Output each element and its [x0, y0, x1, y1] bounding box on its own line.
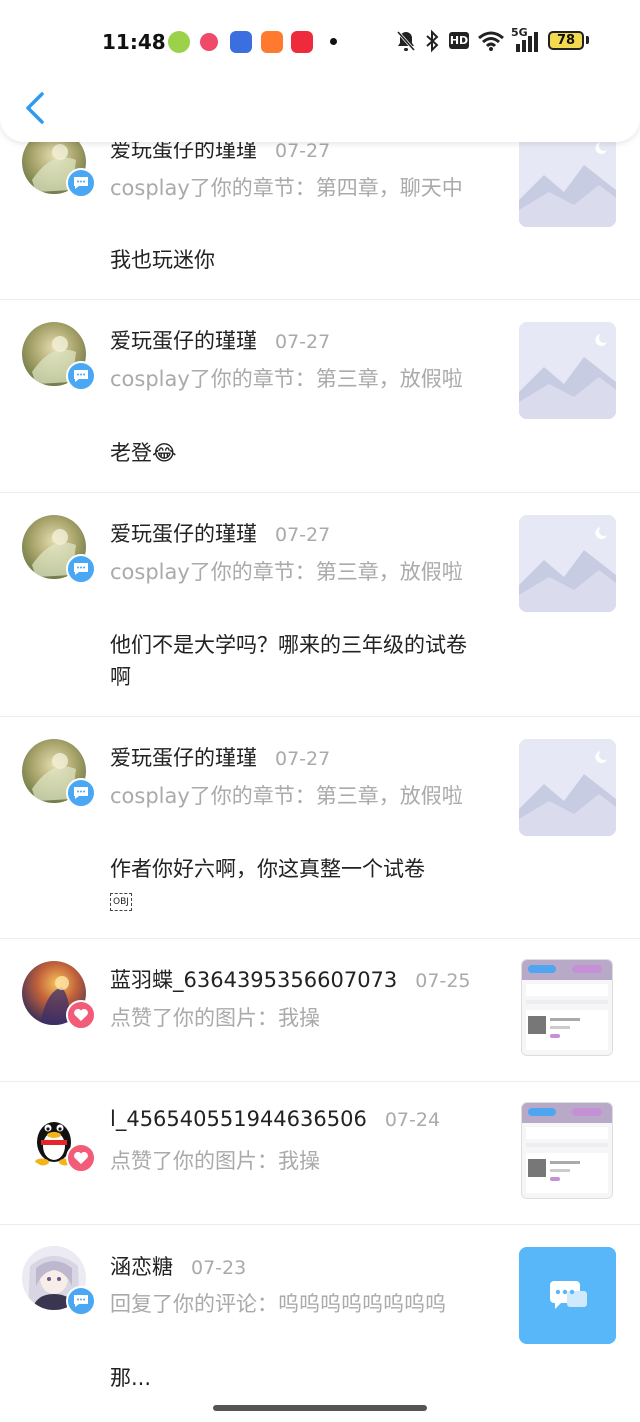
date: 07-24 [384, 1109, 441, 1131]
heart-badge-icon [66, 1143, 96, 1173]
action-text: cosplay了你的章节：第四章，聊天中 [110, 176, 463, 200]
action-text: cosplay了你的章节：第三章，放假啦 [110, 367, 463, 391]
home-indicator[interactable] [213, 1405, 427, 1411]
screenshot-thumbnail-icon[interactable] [521, 1102, 613, 1199]
date: 07-27 [275, 140, 331, 162]
action-text: 点赞了你的图片：我操 [110, 1149, 320, 1173]
notification-item[interactable]: 爱玩蛋仔的瑾瑾 07-27 cosplay了你的章节：第三章，放假啦 作者你好六啊… [0, 716, 640, 939]
status-time: 11:48 [102, 30, 166, 54]
user-name[interactable]: 蓝羽蝶_6364395356607073 07-25 [110, 964, 471, 994]
notification-item[interactable]: 爱玩蛋仔的瑾瑾 07-27 cosplay了你的章节：第三章，放假啦 老登😂 [0, 299, 640, 493]
mountain-thumbnail-icon[interactable] [519, 322, 616, 419]
comment-badge-icon [66, 778, 96, 808]
hd-icon: HD [449, 32, 469, 49]
obj-placeholder-icon: OBJ [110, 893, 132, 911]
comment-content[interactable]: 那... [110, 1362, 490, 1394]
action-text: 点赞了你的图片：我操 [110, 1006, 320, 1030]
comment-badge-icon [66, 168, 96, 198]
top-bar: 11:48 HD 5G 78 [0, 0, 640, 142]
date: 07-27 [275, 524, 331, 546]
user-name[interactable]: 爱玩蛋仔的瑾瑾 07-27 [110, 518, 330, 548]
battery-tip [586, 36, 589, 44]
user-name[interactable]: l_456540551944636506 07-24 [110, 1107, 440, 1131]
mountain-thumbnail-icon[interactable] [519, 130, 616, 227]
date: 07-25 [415, 970, 471, 992]
comment-content[interactable]: 作者你好六啊，你这真整一个试卷 OBJ [110, 853, 490, 917]
notification-item[interactable]: 蓝羽蝶_6364395356607073 07-25 点赞了你的图片：我操 [0, 938, 640, 1082]
more-notifications-dot-icon [330, 38, 337, 45]
mountain-thumbnail-icon[interactable] [519, 515, 616, 612]
app-notification-icon [261, 31, 283, 53]
bluetooth-icon [426, 29, 439, 53]
wifi-icon [478, 31, 504, 51]
baidu-app-icon [230, 31, 252, 53]
comment-content[interactable]: 老登😂 [110, 437, 490, 469]
notification-item[interactable]: 爱玩蛋仔的瑾瑾 07-27 cosplay了你的章节：第三章，放假啦 他们不是大学… [0, 492, 640, 717]
battery-indicator: 78 [548, 31, 584, 50]
action-text: cosplay了你的章节：第三章，放假啦 [110, 784, 463, 808]
chat-bubble-thumbnail-icon[interactable] [519, 1247, 616, 1344]
action-text: cosplay了你的章节：第三章，放假啦 [110, 560, 463, 584]
action-text: 回复了你的评论：呜呜呜呜呜呜呜呜 [110, 1292, 446, 1316]
chevron-left-icon [26, 92, 44, 124]
comment-badge-icon [66, 1286, 96, 1316]
mute-bell-icon [396, 31, 416, 51]
date: 07-23 [191, 1257, 247, 1279]
app-notification-icon [168, 31, 190, 53]
back-button[interactable] [18, 88, 54, 128]
comment-content[interactable]: 我也玩迷你 [110, 244, 490, 276]
screenshot-thumbnail-icon[interactable] [521, 959, 613, 1056]
mountain-thumbnail-icon[interactable] [519, 739, 616, 836]
notification-item[interactable]: l_456540551944636506 07-24 点赞了你的图片：我操 [0, 1081, 640, 1225]
comment-badge-icon [66, 361, 96, 391]
comment-badge-icon [66, 554, 96, 584]
app-notification-icon [200, 33, 218, 51]
app-notification-icon [291, 31, 313, 53]
signal-icon [516, 32, 538, 52]
heart-badge-icon [66, 1000, 96, 1030]
comment-content[interactable]: 他们不是大学吗？哪来的三年级的试卷啊 [110, 629, 480, 693]
notification-item[interactable]: 爱玩蛋仔的瑾瑾 07-27 cosplay了你的章节：第四章，聊天中 我也玩迷你 [0, 120, 640, 300]
user-name[interactable]: 涵恋糖 07-23 [110, 1251, 246, 1281]
status-bar: 11:48 HD 5G 78 [0, 22, 640, 62]
date: 07-27 [275, 331, 331, 353]
date: 07-27 [275, 748, 331, 770]
notification-item[interactable]: 涵恋糖 07-23 回复了你的评论：呜呜呜呜呜呜呜呜 那... [0, 1224, 640, 1422]
user-name[interactable]: 爱玩蛋仔的瑾瑾 07-27 [110, 742, 330, 772]
user-name[interactable]: 爱玩蛋仔的瑾瑾 07-27 [110, 325, 330, 355]
